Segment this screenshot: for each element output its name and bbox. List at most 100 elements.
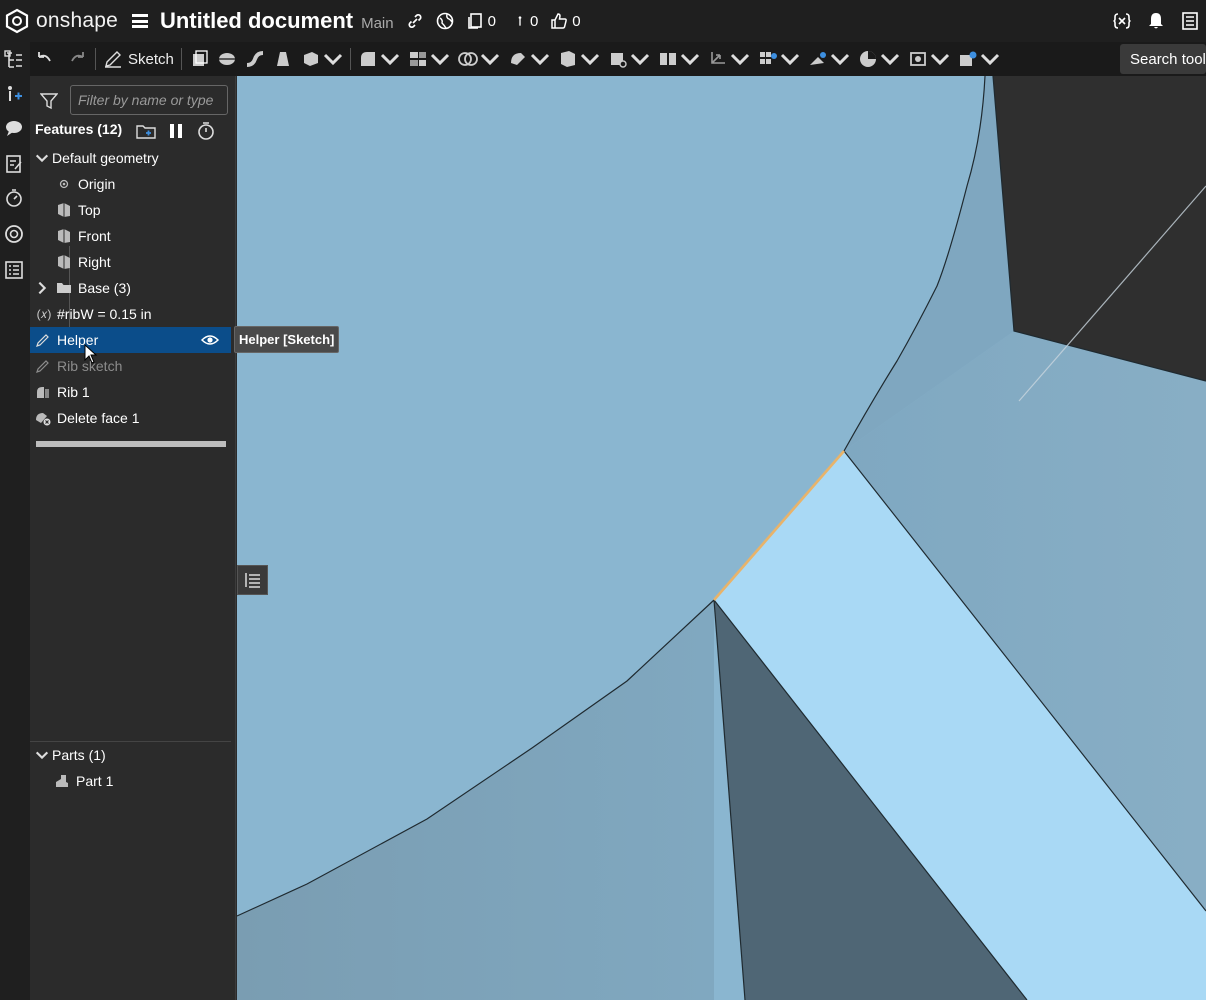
tree-item-label: Base (3) (78, 280, 131, 296)
mirror-icon (659, 53, 676, 65)
eye-icon[interactable] (201, 332, 219, 348)
tree-item-label: Front (78, 228, 111, 244)
part-item-part-1[interactable]: Part 1 (30, 768, 231, 794)
left-rail (0, 42, 30, 1000)
rollback-bar[interactable] (36, 441, 226, 447)
tree-item-variable[interactable]: (𝑥) #ribW = 0.15 in (30, 301, 231, 327)
document-branch[interactable]: Main (361, 15, 394, 32)
list-menu-icon (244, 573, 260, 588)
notifications-bell-icon[interactable] (1146, 11, 1166, 31)
tree-item-rib-1[interactable]: Rib 1 (30, 379, 231, 405)
thicken-icon (303, 52, 318, 66)
variables-icon[interactable] (1112, 11, 1132, 31)
fillet-button[interactable] (354, 42, 404, 76)
plane-button[interactable] (554, 42, 604, 76)
bill-of-materials-icon (5, 261, 23, 279)
loft-icon (276, 52, 289, 66)
tree-item-origin[interactable]: Origin (30, 171, 231, 197)
undo-button[interactable] (30, 42, 58, 76)
performance-rail-button[interactable] (2, 186, 26, 210)
graphics-area[interactable] (237, 76, 1206, 1000)
chevron-down-icon[interactable] (34, 150, 50, 166)
chevron-right-icon[interactable] (34, 280, 50, 296)
part-icon (54, 773, 70, 789)
notes-icon (6, 155, 22, 173)
split-button[interactable] (504, 42, 554, 76)
feature-list-rail-button[interactable] (2, 48, 26, 72)
versions-count: 0 (487, 12, 496, 30)
loft-button[interactable] (269, 42, 297, 76)
branches-button[interactable]: 0 (514, 12, 538, 30)
tree-item-top[interactable]: Top (30, 197, 231, 223)
section-view-button[interactable] (854, 42, 904, 76)
thumbs-up-icon (551, 13, 568, 29)
feature-toolbar: Sketch Search tools (30, 42, 1206, 76)
custom-features-button[interactable] (954, 42, 1004, 76)
main-menu-icon[interactable] (131, 14, 148, 28)
revolve-icon (218, 53, 235, 65)
tree-item-front[interactable]: Front (30, 223, 231, 249)
thicken-button[interactable] (297, 42, 347, 76)
render-button[interactable] (904, 42, 954, 76)
comments-rail-button[interactable] (2, 116, 26, 140)
link-icon[interactable] (406, 12, 424, 30)
pause-icon[interactable] (166, 121, 186, 141)
likes-count: 0 (572, 12, 581, 30)
new-folder-icon[interactable] (136, 121, 156, 141)
document-panel-icon[interactable] (1180, 11, 1200, 31)
insert-icon (8, 86, 22, 101)
redo-button[interactable] (64, 42, 92, 76)
custom-features-icon (959, 51, 977, 66)
public-globe-icon[interactable] (436, 12, 454, 30)
measure-button[interactable] (804, 42, 854, 76)
parts-header[interactable]: Parts (1) (30, 742, 231, 768)
onshape-logo-icon (5, 8, 29, 34)
viewport-list-button[interactable] (237, 565, 268, 595)
extrude-button[interactable] (185, 42, 213, 76)
search-tools-button[interactable]: Search tools (1120, 44, 1206, 74)
shell-button[interactable] (404, 42, 454, 76)
features-header: Features (12) (35, 121, 123, 137)
folder-icon (56, 280, 72, 296)
tree-item-right[interactable]: Right (30, 249, 231, 275)
sketch-button[interactable]: Sketch (99, 42, 178, 76)
versions-button[interactable]: 0 (466, 12, 496, 30)
filter-row (30, 84, 236, 116)
transform-button[interactable] (704, 42, 754, 76)
notes-rail-button[interactable] (2, 152, 26, 176)
rebuild-timer-icon[interactable] (196, 121, 216, 141)
comment-icon (6, 121, 22, 136)
boolean-button[interactable] (454, 42, 504, 76)
filter-icon[interactable] (40, 92, 58, 110)
section-view-icon (859, 51, 876, 67)
versions-icon (467, 13, 482, 29)
tree-item-base-folder[interactable]: Base (3) (30, 275, 231, 301)
tree-item-helper-sketch[interactable]: Helper (30, 327, 231, 353)
tree-item-delete-face-1[interactable]: Delete face 1 (30, 405, 231, 431)
tree-item-rib-sketch[interactable]: Rib sketch (30, 353, 231, 379)
mirror-button[interactable] (654, 42, 704, 76)
plane-icon (56, 202, 72, 218)
plane-icon (560, 51, 575, 67)
mate-connector-button[interactable] (604, 42, 654, 76)
tree-item-label: Default geometry (52, 150, 159, 166)
app-store-rail-button[interactable] (2, 222, 26, 246)
tree-item-default-geometry[interactable]: Default geometry (30, 145, 231, 171)
like-button[interactable]: 0 (550, 12, 581, 30)
branch-icon (518, 16, 522, 26)
onshape-logo[interactable]: onshape (4, 8, 118, 34)
sweep-button[interactable] (241, 42, 269, 76)
tree-item-label: Right (78, 254, 111, 270)
document-title[interactable]: Untitled document (160, 8, 353, 34)
transform-icon (711, 52, 725, 64)
bom-rail-button[interactable] (2, 258, 26, 282)
filter-input[interactable] (70, 85, 228, 115)
pattern-button[interactable] (754, 42, 804, 76)
variable-icon: (𝑥) (36, 306, 52, 321)
tree-item-label: Origin (78, 176, 116, 192)
tree-item-label: Delete face 1 (57, 410, 140, 426)
revolve-button[interactable] (213, 42, 241, 76)
feature-tree-icon (4, 50, 22, 68)
chevron-down-icon[interactable] (34, 747, 50, 763)
insert-rail-button[interactable] (2, 82, 26, 106)
